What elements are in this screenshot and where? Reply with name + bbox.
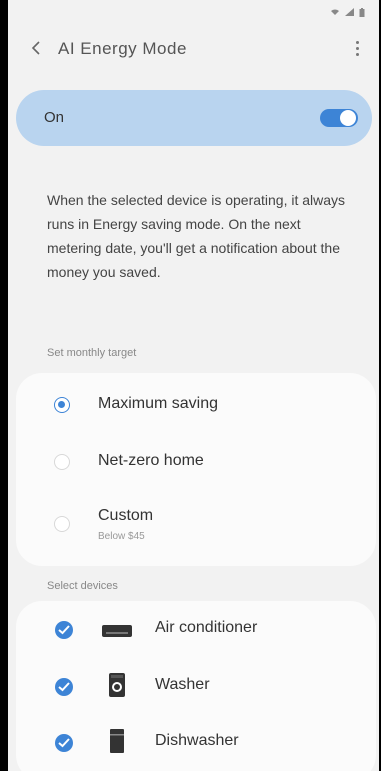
energy-mode-switch[interactable] (320, 109, 358, 127)
status-bar (330, 6, 365, 20)
radio-button[interactable] (54, 516, 70, 532)
device-label: Air conditioner (155, 619, 258, 636)
air-conditioner-icon (102, 624, 132, 642)
dishwasher-icon (110, 729, 124, 758)
target-option-net-zero-home[interactable]: Net-zero home (16, 442, 376, 482)
option-label: Maximum saving (98, 395, 219, 412)
energy-mode-toggle-card[interactable]: On (16, 90, 372, 146)
device-row-dishwasher[interactable]: Dishwasher (16, 722, 376, 762)
radio-button[interactable] (54, 454, 70, 470)
switch-knob (340, 110, 356, 126)
washer-icon (109, 673, 125, 702)
device-row-air-conditioner[interactable]: Air conditioner (16, 609, 376, 649)
option-sublabel: Below $45 (98, 531, 145, 542)
devices-card: Air conditioner Washer Dishwasher (16, 601, 376, 771)
device-row-washer[interactable]: Washer (16, 666, 376, 706)
device-label: Dishwasher (155, 732, 239, 749)
wifi-icon (330, 8, 340, 18)
screen: AI Energy Mode On When the selected devi… (8, 0, 379, 771)
toggle-label: On (44, 109, 65, 126)
checkbox-checked-icon[interactable] (55, 734, 73, 752)
checkbox-checked-icon[interactable] (55, 621, 73, 639)
more-vertical-icon[interactable] (349, 38, 365, 58)
option-label: Net-zero home (98, 452, 204, 469)
mode-description: When the selected device is operating, i… (47, 192, 346, 280)
devices-section-label: Select devices (47, 580, 118, 592)
target-option-maximum-saving[interactable]: Maximum saving (16, 385, 376, 425)
option-label: Custom (98, 507, 154, 524)
target-options-card: Maximum saving Net-zero home Custom Belo… (16, 373, 376, 566)
battery-icon (359, 7, 365, 19)
back-chevron-icon[interactable] (26, 38, 46, 58)
app-bar: AI Energy Mode (8, 34, 379, 62)
radio-button[interactable] (54, 397, 70, 413)
page-title: AI Energy Mode (58, 39, 187, 58)
signal-icon (345, 8, 354, 18)
target-option-custom[interactable]: Custom Below $45 (16, 497, 376, 553)
checkbox-checked-icon[interactable] (55, 678, 73, 696)
device-label: Washer (155, 676, 210, 693)
target-section-label: Set monthly target (47, 347, 137, 359)
